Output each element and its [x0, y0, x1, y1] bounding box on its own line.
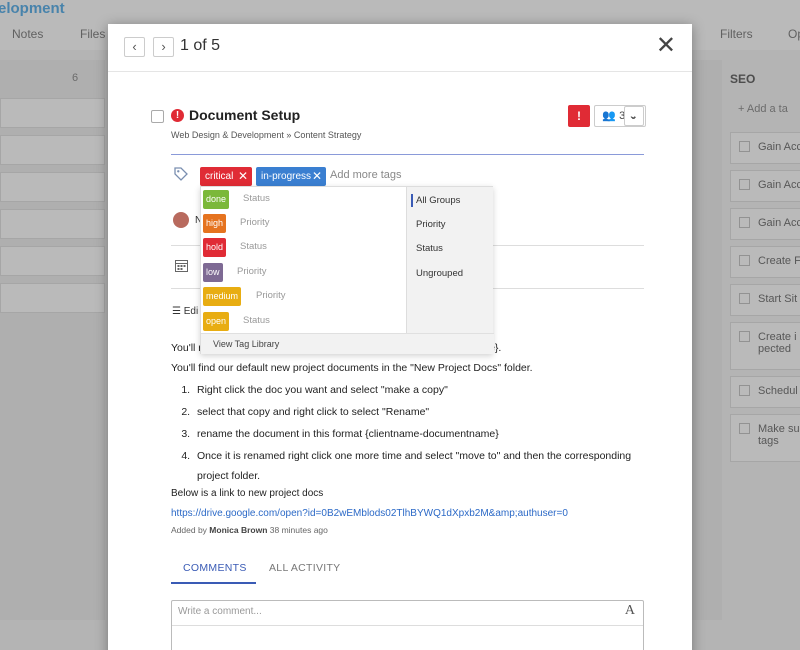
link-intro: Below is a link to new project docs [171, 488, 324, 499]
list-item: Right click the doc you want and select … [193, 380, 651, 400]
chevron-down-icon: ⌄ [630, 111, 638, 121]
tag-group-label: Status [240, 241, 267, 252]
tag-label: in-progress [261, 171, 312, 182]
comment-divider [172, 625, 643, 626]
description-text: You'll r [171, 342, 202, 354]
added-by: Added by Monica Brown 38 minutes ago [171, 525, 328, 535]
added-prefix: Added by [171, 525, 207, 535]
priority-alert-button[interactable]: ! [568, 105, 590, 127]
list-item: Once it is renamed right click one more … [193, 446, 651, 486]
tab-all-activity[interactable]: ALL ACTIVITY [269, 562, 341, 574]
next-task-button[interactable]: › [153, 37, 174, 57]
task-pager: 1 of 5 [180, 37, 221, 54]
selected-group-indicator [411, 194, 413, 207]
modal-header: ‹ › 1 of 5 ✕ [108, 24, 692, 72]
comment-box[interactable]: A [171, 600, 644, 650]
tag-label: critical [205, 171, 234, 182]
tag-critical[interactable]: critical ✕ [200, 167, 252, 186]
close-icon[interactable]: ✕ [656, 34, 676, 58]
tag-icon [174, 167, 188, 184]
text-align-icon: ☰ [172, 306, 181, 317]
task-complete-checkbox[interactable] [151, 110, 164, 123]
list-item: rename the document in this format {clie… [193, 424, 651, 444]
tag-badge: medium [203, 287, 242, 306]
title-divider [171, 154, 644, 155]
tag-in-progress[interactable]: in-progress ✕ [256, 167, 326, 186]
project-docs-link[interactable]: https://drive.google.com/open?id=0B2wEMb… [171, 508, 568, 519]
footer-label: View Tag Library [213, 339, 280, 349]
breadcrumb[interactable]: Web Design & Development » Content Strat… [171, 130, 361, 140]
description-line: You'll find our default new project docu… [171, 362, 533, 374]
remove-tag-icon[interactable]: ✕ [238, 167, 248, 186]
group-option-status[interactable]: Status [416, 243, 443, 254]
group-option-ungrouped[interactable]: Ungrouped [416, 268, 463, 279]
tag-group-filter: All Groups Priority Status Ungrouped [406, 187, 493, 333]
tag-group-label: Priority [237, 266, 267, 277]
prev-task-button[interactable]: ‹ [124, 37, 145, 57]
active-tab-indicator [171, 582, 256, 584]
task-title[interactable]: Document Setup [189, 107, 300, 123]
group-option-priority[interactable]: Priority [416, 219, 446, 230]
tag-badge: high [203, 214, 227, 233]
tag-badge: hold [203, 238, 227, 257]
tag-group-label: Priority [240, 217, 270, 228]
tag-group-label: Priority [256, 290, 286, 301]
view-tag-library-link[interactable]: View Tag Library [201, 333, 494, 354]
calendar-icon[interactable] [175, 259, 188, 275]
remove-tag-icon[interactable]: ✕ [312, 167, 322, 186]
add-tags-input[interactable]: Add more tags [330, 169, 402, 181]
comment-input[interactable] [178, 606, 598, 617]
more-options-button[interactable]: ⌄ [624, 106, 644, 126]
tag-badge: open [203, 312, 230, 331]
tab-comments[interactable]: COMMENTS [183, 562, 247, 574]
author-name[interactable]: Monica Brown [209, 525, 267, 535]
tag-dropdown: done Status high Priority hold Status lo… [200, 186, 494, 354]
people-icon: 👥 [602, 110, 617, 122]
list-item: select that copy and right click to sele… [193, 402, 651, 422]
edit-label: Edi [183, 306, 199, 317]
avatar[interactable] [173, 212, 189, 228]
tag-badge: low [203, 263, 223, 282]
tag-group-label: Status [243, 193, 270, 204]
edit-description-link[interactable]: ☰ Edi [172, 306, 198, 317]
steps-list: Right click the doc you want and select … [193, 380, 651, 486]
alert-icon: ! [171, 109, 184, 122]
tag-options-list: done Status high Priority hold Status lo… [201, 187, 406, 333]
tag-group-label: Status [243, 315, 270, 326]
tag-badge: done [203, 190, 230, 209]
added-time: 38 minutes ago [269, 525, 328, 535]
font-format-icon[interactable]: A [625, 603, 635, 619]
group-option-all[interactable]: All Groups [416, 195, 460, 206]
task-description: You'll r name}. You'll find our default … [171, 338, 651, 488]
